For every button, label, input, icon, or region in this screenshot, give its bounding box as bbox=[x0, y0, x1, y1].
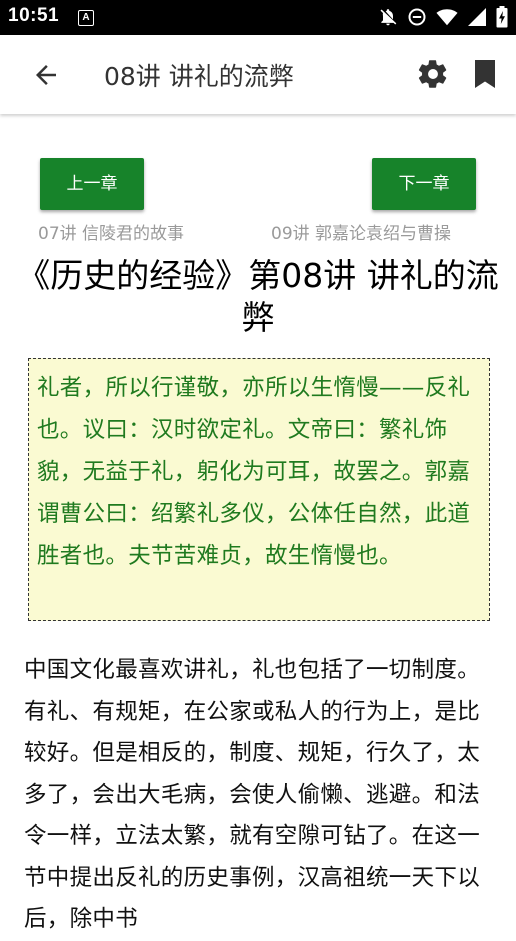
notifications-off-icon bbox=[380, 9, 397, 26]
page-title: 08讲 讲礼的流弊 bbox=[104, 62, 294, 91]
do-not-disturb-icon bbox=[408, 8, 426, 26]
quote-text: 礼者，所以行谨敬，亦所以生惰慢——反礼也。议曰：汉时欲定礼。文帝曰：繁礼饰貌，无… bbox=[37, 375, 471, 569]
chapter-title: 《历史的经验》第08讲 讲礼的流弊 bbox=[17, 256, 499, 337]
battery-charging-icon bbox=[496, 6, 508, 28]
signal-icon bbox=[468, 8, 486, 26]
next-chapter-button[interactable]: 下一章 bbox=[372, 158, 476, 210]
status-bar: 10:51 A bbox=[0, 0, 516, 35]
back-button[interactable] bbox=[30, 60, 62, 90]
notification-a-icon: A bbox=[78, 10, 94, 26]
quote-box: 礼者，所以行谨敬，亦所以生惰慢——反礼也。议曰：汉时欲定礼。文帝曰：繁礼饰貌，无… bbox=[28, 358, 490, 621]
bookmark-button[interactable] bbox=[472, 59, 498, 89]
wifi-icon bbox=[436, 9, 458, 26]
prev-chapter-title: 07讲 信陵君的故事 bbox=[38, 224, 185, 244]
bookmark-icon bbox=[475, 60, 495, 88]
prev-chapter-button[interactable]: 上一章 bbox=[40, 158, 144, 210]
settings-button[interactable] bbox=[416, 57, 450, 91]
next-chapter-title: 09讲 郭嘉论袁绍与曹操 bbox=[271, 224, 452, 244]
status-icons bbox=[378, 6, 508, 28]
arrow-back-icon bbox=[36, 65, 56, 85]
gear-icon bbox=[418, 60, 447, 88]
body-text: 中国文化最喜欢讲礼，礼也包括了一切制度。有礼、有规矩，在公家或私人的行为上，是比… bbox=[24, 657, 481, 932]
app-bar: 08讲 讲礼的流弊 bbox=[0, 35, 516, 114]
status-time: 10:51 bbox=[8, 5, 60, 26]
